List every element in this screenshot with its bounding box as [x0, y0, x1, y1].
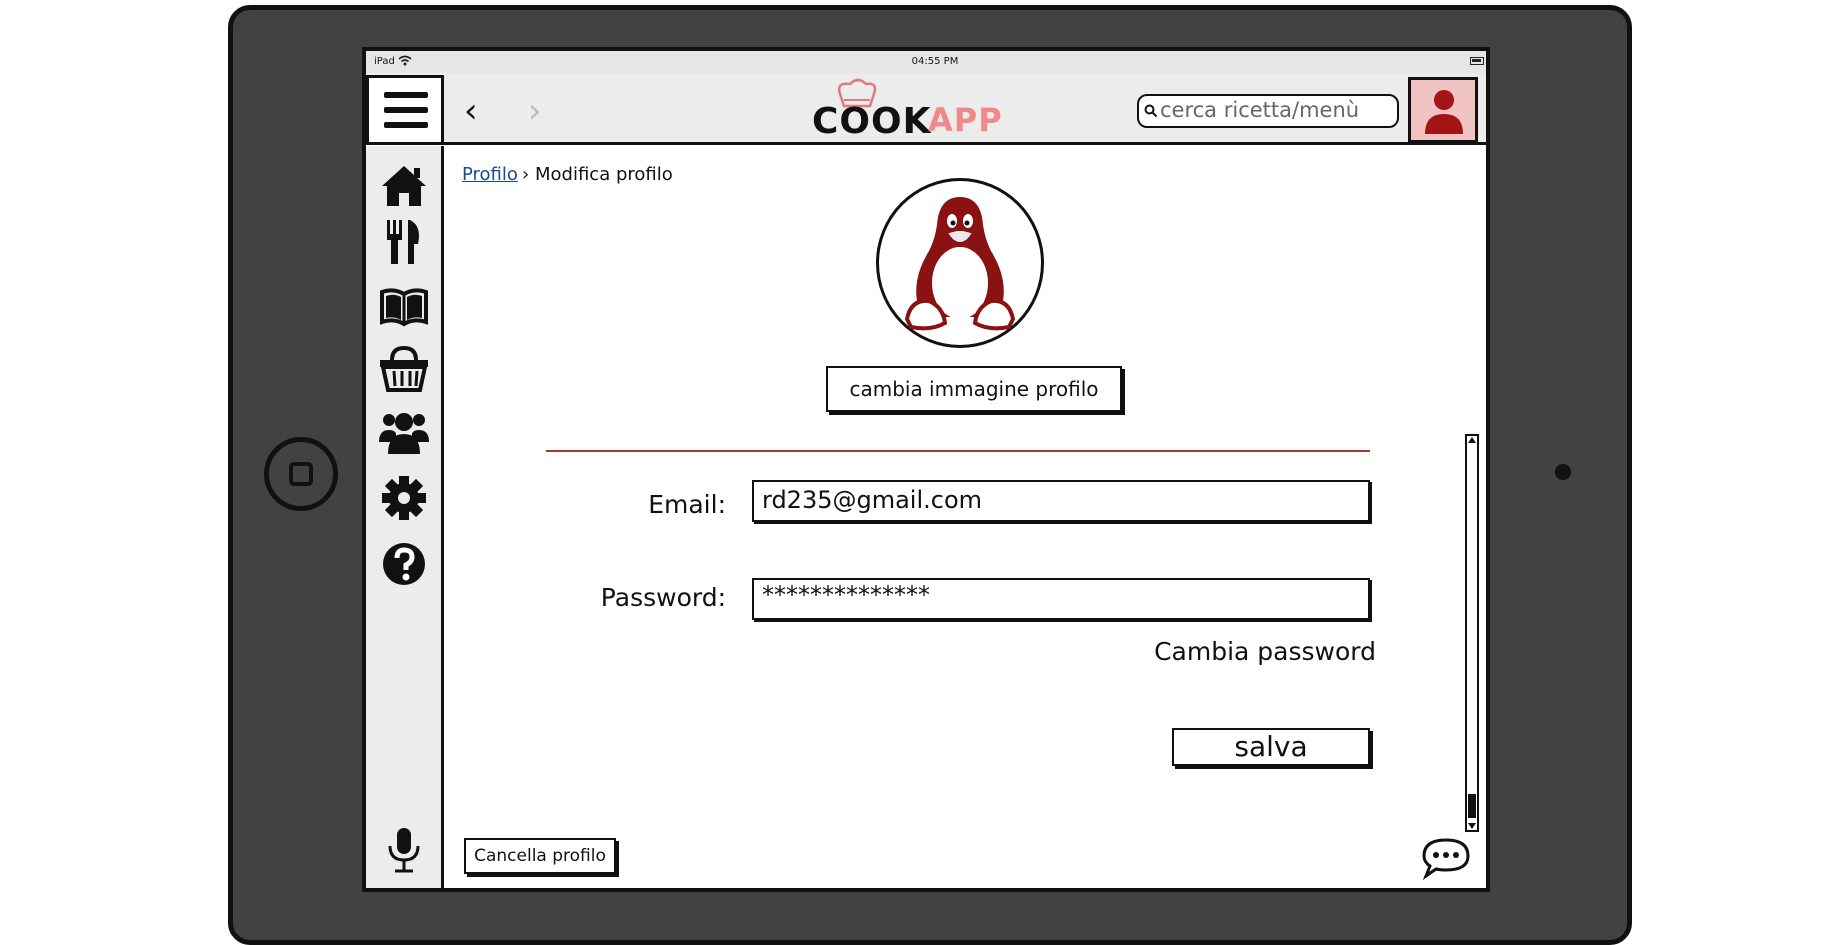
- change-password-link[interactable]: Cambia password: [1100, 637, 1376, 666]
- menu-button[interactable]: [366, 75, 444, 145]
- search-placeholder: cerca ricetta/menù: [1160, 98, 1360, 122]
- status-carrier: iPad: [374, 56, 395, 67]
- hamburger-icon: [384, 92, 428, 98]
- breadcrumb-current: Modifica profilo: [535, 164, 673, 185]
- forward-arrow-icon[interactable]: ›: [528, 94, 542, 128]
- password-label: Password:: [600, 583, 726, 612]
- breadcrumb-link-profilo[interactable]: Profilo: [462, 164, 518, 185]
- penguin-icon: [904, 197, 1016, 331]
- scrollbar[interactable]: [1465, 434, 1479, 832]
- change-profile-image-button[interactable]: cambia immagine profilo: [826, 366, 1122, 412]
- user-profile-button[interactable]: [1408, 77, 1478, 143]
- users-icon[interactable]: [378, 408, 430, 456]
- microphone-icon[interactable]: [378, 826, 430, 874]
- logo-text-cook: COOK: [812, 101, 932, 142]
- gear-icon[interactable]: [378, 474, 430, 522]
- home-icon[interactable]: [378, 162, 430, 210]
- home-button-square-icon: [289, 462, 313, 486]
- back-arrow-icon[interactable]: ‹: [464, 94, 478, 128]
- wifi-icon: [398, 55, 412, 66]
- status-time: 04:55 PM: [911, 56, 959, 67]
- delete-profile-button[interactable]: Cancella profilo: [464, 838, 616, 874]
- email-label: Email:: [648, 490, 726, 519]
- chat-bubble-icon[interactable]: [1420, 836, 1472, 880]
- logo-text-app: APP: [928, 101, 1003, 139]
- scroll-down-arrow-icon[interactable]: [1465, 820, 1479, 832]
- scroll-up-arrow-icon[interactable]: [1465, 434, 1479, 446]
- fork-knife-icon[interactable]: [378, 218, 430, 266]
- section-divider: [546, 450, 1370, 452]
- avatar: [876, 178, 1044, 348]
- user-icon: [1425, 90, 1463, 134]
- breadcrumb-separator: ›: [522, 164, 530, 185]
- save-button[interactable]: salva: [1172, 728, 1370, 766]
- email-field[interactable]: rd235@gmail.com: [752, 480, 1370, 522]
- help-icon[interactable]: [378, 540, 430, 588]
- password-field[interactable]: **************: [752, 578, 1370, 620]
- search-icon: [1144, 104, 1158, 118]
- scrollbar-thumb[interactable]: [1468, 794, 1476, 818]
- hamburger-bar: [384, 122, 428, 128]
- battery-icon: [1470, 57, 1484, 65]
- basket-icon[interactable]: [378, 344, 430, 392]
- hamburger-bar: [384, 107, 428, 113]
- camera-icon: [1555, 464, 1571, 480]
- book-icon[interactable]: [378, 282, 430, 330]
